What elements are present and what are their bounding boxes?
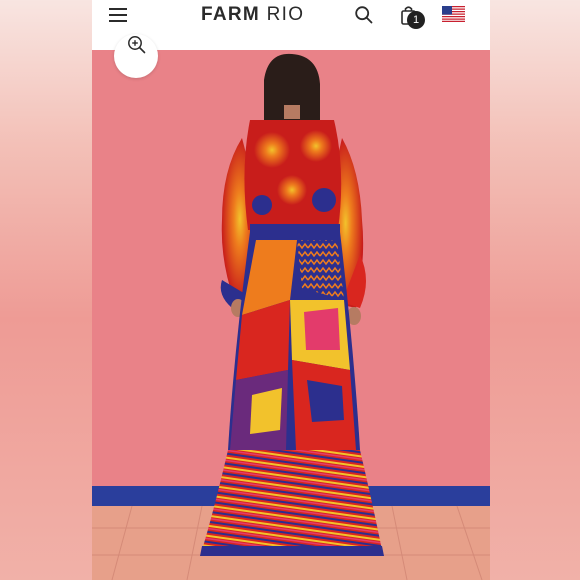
- zoom-in-icon: [128, 36, 146, 54]
- search-icon[interactable]: [354, 5, 374, 25]
- brand-name-light: RIO: [266, 4, 305, 25]
- brand-logo[interactable]: FARM RIO: [201, 4, 304, 26]
- us-flag-icon[interactable]: [442, 6, 465, 22]
- cart-count-badge: 1: [407, 11, 425, 29]
- brand-name-bold: FARM: [201, 4, 261, 25]
- zoom-button[interactable]: [114, 34, 158, 78]
- menu-icon[interactable]: [109, 7, 127, 23]
- mobile-screen: FARM RIO 1: [92, 0, 490, 580]
- blurred-background-right: [488, 0, 580, 580]
- blurred-background-left: [0, 0, 92, 580]
- product-photo[interactable]: [92, 50, 490, 580]
